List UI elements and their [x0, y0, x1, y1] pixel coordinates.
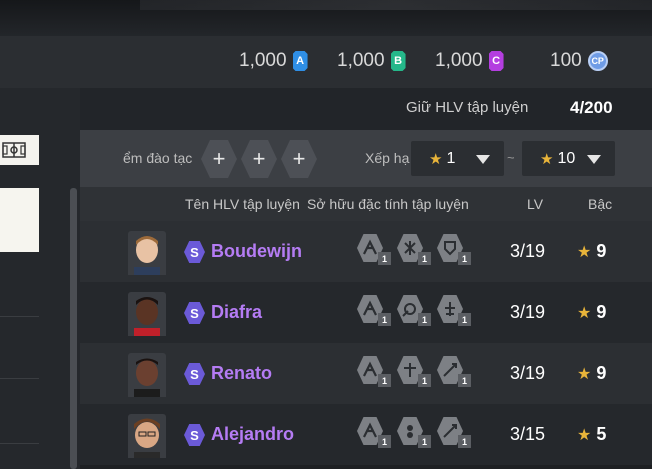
- avatar: [128, 414, 166, 458]
- currency-c: 1,000 C: [435, 50, 504, 72]
- table-row[interactable]: S Alejandro 1 1 1 3/15 ★ 5: [80, 404, 652, 465]
- add-slot-2-button[interactable]: +: [241, 140, 277, 178]
- trait-level: 1: [378, 313, 391, 326]
- holder-row: Giữ HLV tập luyện 4/200: [80, 88, 652, 130]
- cp-coin-icon: CP: [587, 51, 608, 71]
- grade-s-badge: S: [184, 363, 205, 385]
- rank-max-value: 10: [557, 149, 576, 167]
- filter-row: ểm đào tạc + + + Xếp hạ ★ 1 ~ ★ 10: [80, 130, 652, 187]
- a-gem-icon: A: [292, 51, 308, 71]
- star-icon: ★: [577, 427, 592, 444]
- currency-bar: 1,000 A 1,000 B 1,000 C 100 CP: [0, 36, 652, 88]
- table-row[interactable]: S Boudewijn 1 1 1 3/19 ★ 9: [80, 221, 652, 282]
- star-icon: ★: [429, 150, 443, 168]
- coach-level: 3/15: [510, 424, 546, 444]
- currency-a-value: 1,000: [239, 50, 287, 71]
- currency-b-value: 1,000: [337, 50, 385, 71]
- coach-name: Diafra: [211, 302, 263, 322]
- currency-cp-value: 100: [550, 50, 582, 71]
- chevron-down-icon: [587, 155, 601, 164]
- header-traits: Sở hữu đặc tính tập luyện: [307, 196, 469, 212]
- coach-grade: ★ 9: [577, 241, 606, 262]
- grade-value: 9: [596, 363, 607, 383]
- rank-label: Xếp hạ: [365, 150, 410, 166]
- star-icon: ★: [577, 244, 592, 261]
- avatar: [128, 231, 166, 275]
- divider: [0, 378, 39, 379]
- formation-tab[interactable]: [0, 135, 39, 165]
- trait-level: 1: [458, 435, 471, 448]
- c-gem-icon: C: [488, 51, 504, 71]
- coach-level: 3/19: [510, 302, 546, 322]
- trait-level: 1: [418, 374, 431, 387]
- header-name[interactable]: Tên HLV tập luyện: [185, 196, 300, 212]
- star-icon: ★: [577, 366, 592, 383]
- range-separator: ~: [507, 150, 515, 165]
- coach-name: Renato: [211, 363, 273, 383]
- trait-level: 1: [418, 252, 431, 265]
- currency-cp: 100 CP: [550, 50, 608, 72]
- trait-level: 1: [418, 313, 431, 326]
- rank-min-value: 1: [446, 149, 456, 167]
- trait-level: 1: [458, 313, 471, 326]
- chevron-down-icon: [476, 155, 490, 164]
- top-banner: [0, 0, 652, 36]
- table-header: Tên HLV tập luyện Sở hữu đặc tính tập lu…: [80, 187, 652, 221]
- b-gem-icon: B: [390, 51, 406, 71]
- coach-grade: ★ 5: [577, 424, 606, 445]
- left-panel-card[interactable]: [0, 188, 39, 252]
- grade-value: 9: [596, 302, 607, 322]
- add-slot-1-button[interactable]: +: [201, 140, 237, 178]
- star-icon: ★: [540, 150, 554, 168]
- coach-name: Boudewijn: [211, 241, 302, 261]
- trait-level: 1: [458, 374, 471, 387]
- trait-level: 1: [378, 252, 391, 265]
- formation-icon: [2, 142, 26, 158]
- left-panel: [0, 88, 80, 469]
- star-icon: ★: [577, 305, 592, 322]
- holder-label: Giữ HLV tập luyện: [406, 99, 529, 116]
- grade-value: 9: [596, 241, 607, 261]
- divider: [0, 316, 39, 317]
- avatar: [128, 353, 166, 397]
- rank-min-dropdown[interactable]: ★ 1: [411, 141, 504, 176]
- currency-b: 1,000 B: [337, 50, 406, 72]
- holder-count: 4/200: [570, 98, 613, 117]
- coach-grade: ★ 9: [577, 302, 606, 323]
- header-lv[interactable]: LV: [527, 196, 543, 212]
- avatar: [128, 292, 166, 336]
- grade-s-badge: S: [184, 302, 205, 324]
- table-row[interactable]: S Diafra 1 1 1 3/19 ★ 9: [80, 282, 652, 343]
- currency-a: 1,000 A: [239, 50, 308, 72]
- divider: [0, 443, 39, 444]
- rank-max-dropdown[interactable]: ★ 10: [522, 141, 615, 176]
- trait-level: 1: [378, 374, 391, 387]
- table-row[interactable]: S Renato 1 1 1 3/19 ★ 9: [80, 343, 652, 404]
- grade-s-badge: S: [184, 241, 205, 263]
- trait-level: 1: [418, 435, 431, 448]
- coach-grade: ★ 9: [577, 363, 606, 384]
- trait-level: 1: [458, 252, 471, 265]
- coach-level: 3/19: [510, 241, 546, 261]
- currency-c-value: 1,000: [435, 50, 483, 71]
- coach-level: 3/19: [510, 363, 546, 383]
- header-grade[interactable]: Bậc: [588, 196, 612, 212]
- trait-level: 1: [378, 435, 391, 448]
- grade-value: 5: [596, 424, 607, 444]
- add-slot-3-button[interactable]: +: [281, 140, 317, 178]
- coach-name: Alejandro: [211, 424, 295, 444]
- scrollbar[interactable]: [70, 188, 77, 469]
- grade-s-badge: S: [184, 424, 205, 446]
- training-points-label: ểm đào tạc: [123, 150, 193, 166]
